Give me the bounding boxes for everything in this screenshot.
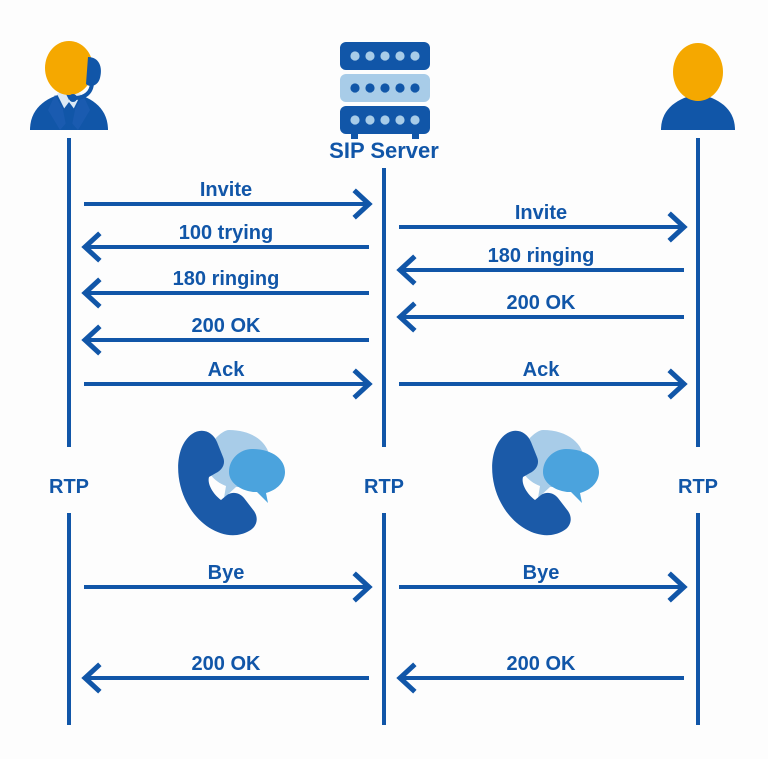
message-right-5-label: 200 OK xyxy=(507,653,576,675)
rtp-label-caller: RTP xyxy=(49,476,89,498)
message-left-1: 100 trying xyxy=(81,222,369,263)
message-right-0: Invite xyxy=(399,202,688,243)
message-left-0-label: Invite xyxy=(200,179,252,201)
message-right-3: Ack xyxy=(399,359,688,400)
message-right-4-label: Bye xyxy=(523,562,560,584)
phone-chat-icon-right xyxy=(492,430,599,536)
message-left-2-label: 180 ringing xyxy=(173,268,280,290)
sip-call-flow-diagram: SIP Server Invite 100 trying 180 ringing… xyxy=(0,0,768,759)
message-left-1-label: 100 trying xyxy=(179,222,273,244)
user-person-icon xyxy=(661,43,735,130)
message-right-4: Bye xyxy=(399,562,688,603)
message-left-3: 200 OK xyxy=(81,315,369,356)
message-left-5: Bye xyxy=(84,562,373,603)
rtp-label-server: RTP xyxy=(364,476,404,498)
agent-headset-icon xyxy=(30,41,108,130)
message-left-4: Ack xyxy=(84,359,373,400)
message-right-5: 200 OK xyxy=(396,653,684,694)
sip-server-label: SIP Server xyxy=(329,138,439,163)
message-left-0: Invite xyxy=(84,179,373,220)
server-rack-icon xyxy=(340,42,430,139)
message-right-2: 200 OK xyxy=(396,292,684,333)
message-right-2-label: 200 OK xyxy=(507,292,576,314)
message-right-1-label: 180 ringing xyxy=(488,245,595,267)
message-left-4-label: Ack xyxy=(208,359,246,381)
message-right-0-label: Invite xyxy=(515,202,567,224)
message-left-6: 200 OK xyxy=(81,653,369,694)
message-left-3-label: 200 OK xyxy=(192,315,261,337)
message-left-5-label: Bye xyxy=(208,562,245,584)
message-left-6-label: 200 OK xyxy=(192,653,261,675)
message-left-2: 180 ringing xyxy=(81,268,369,309)
diagram-canvas: SIP Server Invite 100 trying 180 ringing… xyxy=(30,41,735,725)
message-right-3-label: Ack xyxy=(523,359,561,381)
rtp-label-callee: RTP xyxy=(678,476,718,498)
phone-chat-icon-left xyxy=(178,430,285,536)
message-right-1: 180 ringing xyxy=(396,245,684,286)
